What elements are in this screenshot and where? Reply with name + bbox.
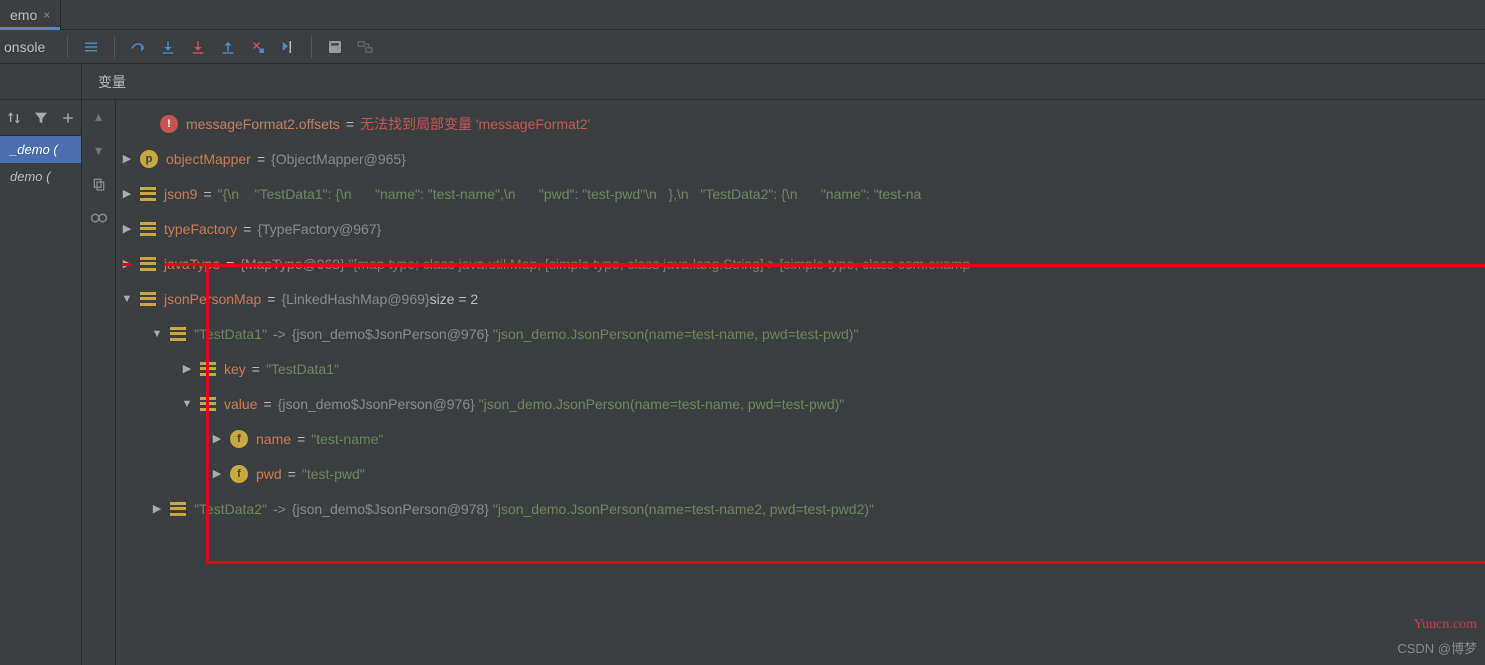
var-row[interactable]: ▼ value = {json_demo$JsonPerson@976} "js…	[116, 386, 1485, 421]
console-label[interactable]: onsole	[0, 39, 59, 55]
var-row[interactable]: ▶ p objectMapper = {ObjectMapper@965}	[116, 141, 1485, 176]
divider	[311, 36, 312, 58]
var-name: json9	[164, 186, 197, 202]
map-key: "TestData1"	[194, 326, 267, 342]
var-name: jsonPersonMap	[164, 291, 261, 307]
debug-panel: _demo ( demo ( 变量 ▴ ▾ ▶ ! messageFormat2…	[0, 64, 1485, 665]
step-into-icon[interactable]	[153, 32, 183, 62]
error-icon: !	[160, 115, 178, 133]
show-execution-point-icon[interactable]	[76, 32, 106, 62]
expand-icon[interactable]: ▶	[210, 467, 224, 480]
var-row[interactable]: ▶ key = "TestData1"	[116, 351, 1485, 386]
variables-panel: 变量 ▴ ▾ ▶ ! messageFormat2.offsets = 无法找到…	[82, 64, 1485, 665]
evaluate-expression-icon[interactable]	[320, 32, 350, 62]
frames-header	[0, 64, 81, 100]
collapse-icon[interactable]: ▼	[180, 398, 194, 410]
watermark: Yuucn.com	[1414, 617, 1477, 633]
var-row[interactable]: ▶ json9 = "{\n "TestData1": {\n "name": …	[116, 176, 1485, 211]
map-key: "TestData2"	[194, 501, 267, 517]
collapse-icon[interactable]: ▼	[120, 293, 134, 305]
chevron-down-icon[interactable]: ▾	[89, 140, 109, 160]
var-name: javaType	[164, 256, 220, 272]
var-value: "test-name"	[311, 431, 383, 447]
chevron-up-icon[interactable]: ▴	[89, 106, 109, 126]
stack-icon	[200, 397, 216, 411]
var-name: typeFactory	[164, 221, 237, 237]
collapse-icon[interactable]: ▼	[150, 328, 164, 340]
drop-frame-icon[interactable]	[243, 32, 273, 62]
var-row[interactable]: ▶ javaType = {MapType@968} "[map type; c…	[116, 246, 1485, 281]
var-name: messageFormat2.offsets	[186, 116, 340, 132]
tab-title: emo	[10, 7, 37, 23]
filter-icon[interactable]	[31, 108, 51, 128]
frames-toolbar	[0, 100, 81, 136]
var-row[interactable]: ▶ f name = "test-name"	[116, 421, 1485, 456]
var-value: "TestData1"	[266, 361, 339, 377]
watermark: CSDN @博梦	[1397, 638, 1477, 657]
variables-gutter: ▴ ▾	[82, 100, 116, 665]
debug-toolbar: onsole	[0, 30, 1485, 64]
expand-icon[interactable]: ▶	[180, 362, 194, 375]
var-value: "test-pwd"	[302, 466, 365, 482]
variables-tree[interactable]: ▶ ! messageFormat2.offsets = 无法找到局部变量 'm…	[116, 100, 1485, 665]
var-row[interactable]: ▼ jsonPersonMap = {LinkedHashMap@969} si…	[116, 281, 1485, 316]
thread-item-selected[interactable]: _demo (	[0, 136, 81, 163]
var-row-error[interactable]: ▶ ! messageFormat2.offsets = 无法找到局部变量 'm…	[116, 106, 1485, 141]
var-value: {ObjectMapper@965}	[271, 151, 406, 167]
expand-icon[interactable]: ▶	[150, 502, 164, 515]
var-row[interactable]: ▶ "TestData2" -> {json_demo$JsonPerson@9…	[116, 491, 1485, 526]
stack-icon	[140, 257, 156, 271]
add-icon[interactable]	[58, 108, 78, 128]
var-value: {TypeFactory@967}	[257, 221, 381, 237]
tab-strip: emo ×	[0, 0, 1485, 30]
stack-icon	[200, 362, 216, 376]
sort-icon[interactable]	[4, 108, 24, 128]
var-row[interactable]: ▶ f pwd = "test-pwd"	[116, 456, 1485, 491]
file-tab[interactable]: emo ×	[0, 0, 61, 29]
watch-icon[interactable]	[89, 208, 109, 228]
variables-header: 变量	[82, 64, 1485, 100]
var-name: name	[256, 431, 291, 447]
stack-icon	[140, 292, 156, 306]
var-name: value	[224, 396, 257, 412]
expand-icon[interactable]: ▶	[120, 187, 134, 200]
var-value: 无法找到局部变量 'messageFormat2'	[360, 114, 590, 134]
var-name: pwd	[256, 466, 282, 482]
stack-icon	[170, 502, 186, 516]
object-icon: p	[140, 150, 158, 168]
trace-current-stream-chain-icon	[350, 32, 380, 62]
expand-icon[interactable]: ▶	[120, 152, 134, 165]
frames-panel: _demo ( demo (	[0, 64, 82, 665]
var-row[interactable]: ▶ typeFactory = {TypeFactory@967}	[116, 211, 1485, 246]
field-icon: f	[230, 465, 248, 483]
force-step-into-icon[interactable]	[183, 32, 213, 62]
run-to-cursor-icon[interactable]	[273, 32, 303, 62]
var-row[interactable]: ▼ "TestData1" -> {json_demo$JsonPerson@9…	[116, 316, 1485, 351]
expand-icon[interactable]: ▶	[120, 222, 134, 235]
stack-icon	[170, 327, 186, 341]
stack-icon	[140, 187, 156, 201]
step-out-icon[interactable]	[213, 32, 243, 62]
field-icon: f	[230, 430, 248, 448]
divider	[67, 36, 68, 58]
divider	[114, 36, 115, 58]
expand-icon[interactable]: ▶	[120, 257, 134, 270]
close-icon[interactable]: ×	[43, 8, 50, 22]
var-name: key	[224, 361, 246, 377]
var-name: objectMapper	[166, 151, 251, 167]
stack-icon	[140, 222, 156, 236]
step-over-icon[interactable]	[123, 32, 153, 62]
expand-icon[interactable]: ▶	[210, 432, 224, 445]
thread-item[interactable]: demo (	[0, 163, 81, 190]
copy-icon[interactable]	[89, 174, 109, 194]
